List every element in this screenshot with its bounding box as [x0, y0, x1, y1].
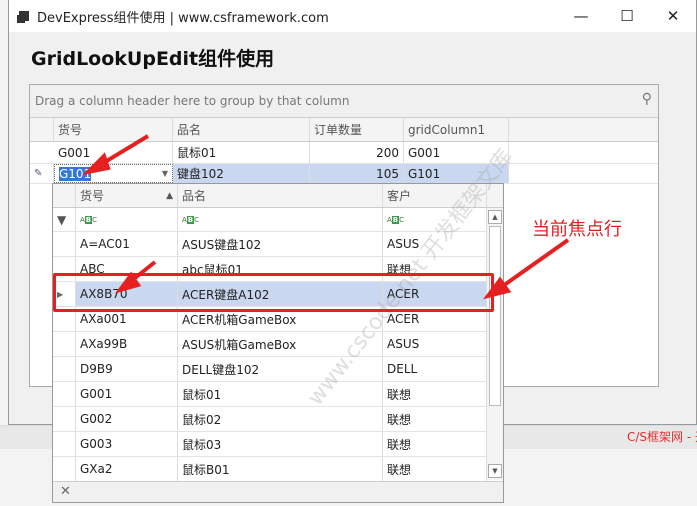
arrow-icon	[498, 238, 570, 290]
annotation-arrows	[81, 134, 570, 300]
arrow-head-icon	[81, 152, 111, 176]
